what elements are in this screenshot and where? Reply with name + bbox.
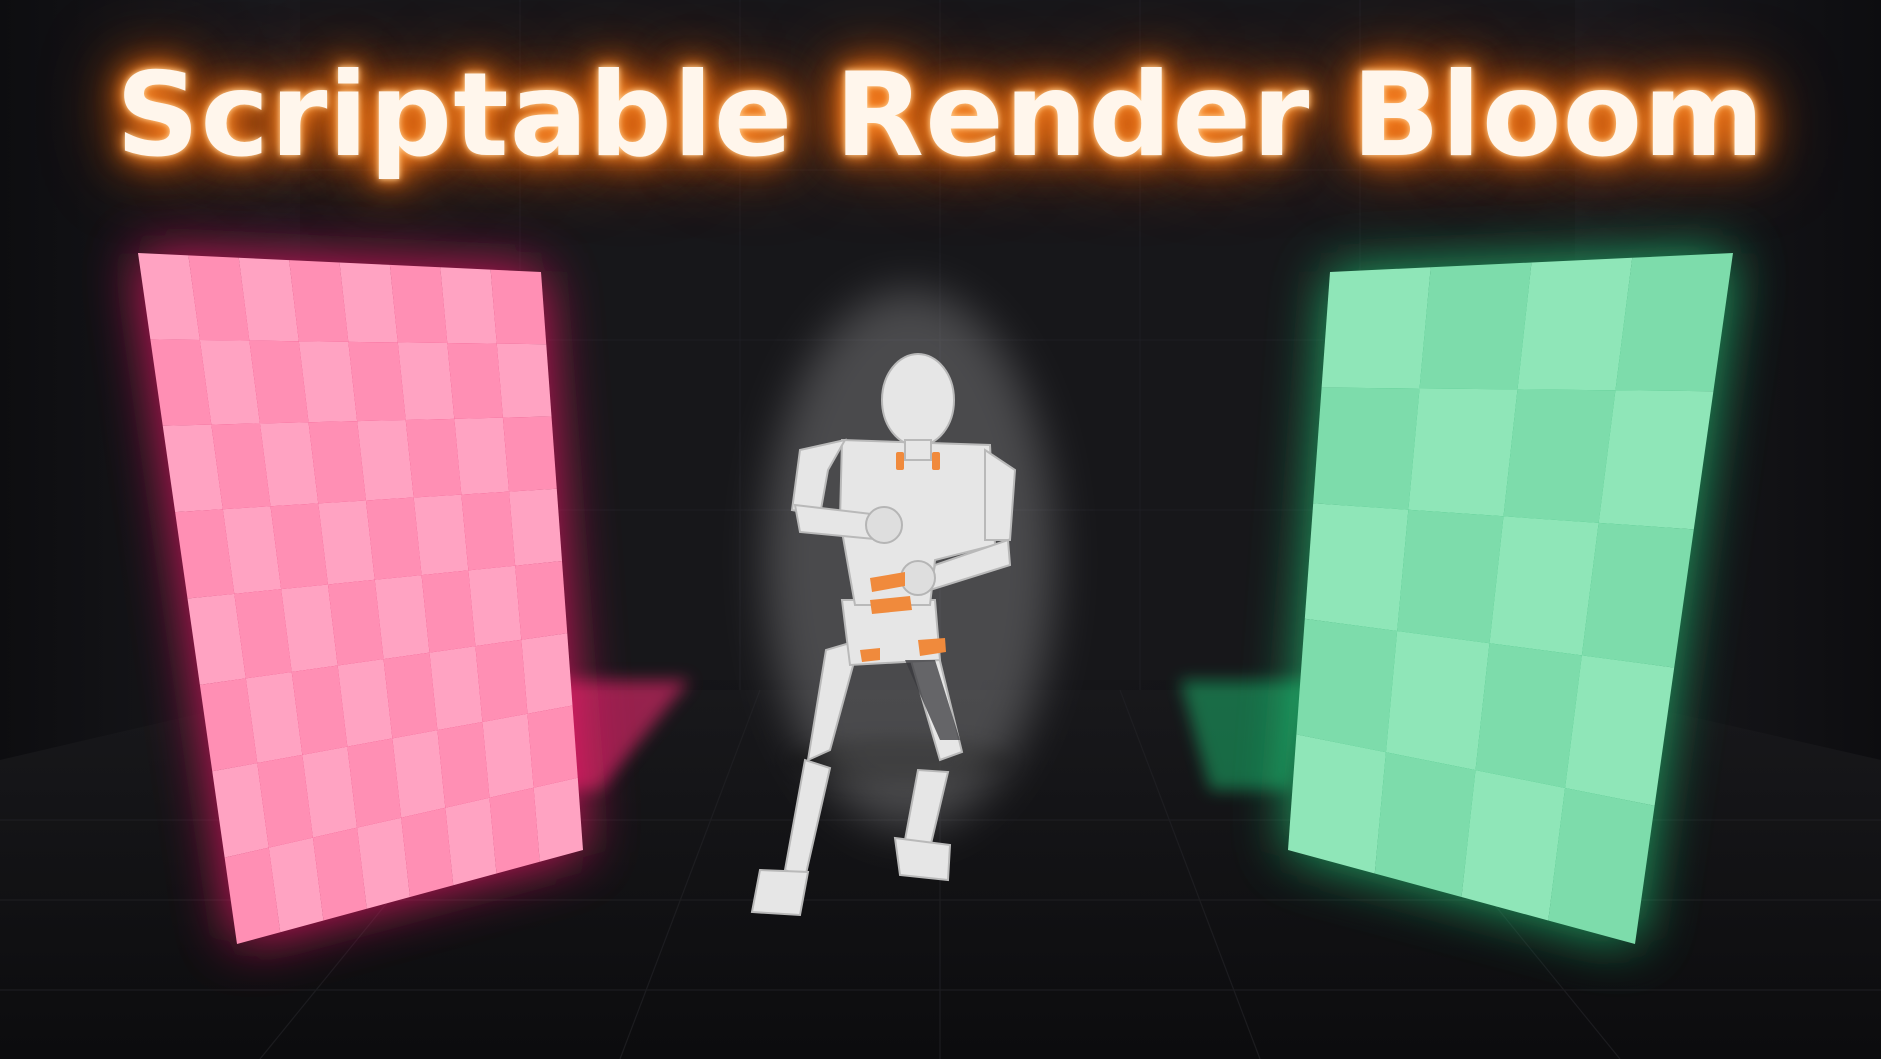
pink-panel-tile <box>490 269 547 345</box>
pink-panel-tile <box>397 342 455 420</box>
pink-panel-tile <box>502 416 557 492</box>
pink-panel-tile <box>374 575 430 660</box>
green-panel-tile <box>1419 262 1532 390</box>
pink-panel-tile <box>405 418 462 498</box>
pink-panel-tile <box>339 262 398 343</box>
green-panel-tile <box>1296 618 1398 753</box>
green-panel-tile <box>1461 770 1566 921</box>
pink-panel-tile <box>389 264 448 344</box>
pink-panel-tile <box>533 777 583 862</box>
pink-panel-tile <box>337 659 393 747</box>
pink-panel-tile <box>401 807 454 897</box>
green-panel-tile <box>1397 509 1504 644</box>
pink-panel-tile <box>521 633 573 714</box>
green-panel-tile <box>1489 516 1599 656</box>
pink-panel-tile <box>489 787 540 874</box>
pink-panel-tile <box>454 417 510 495</box>
green-panel-tile <box>1503 389 1616 523</box>
green-panel-tile <box>1615 253 1733 392</box>
pink-panel-tile <box>318 500 375 585</box>
green-panel-tile <box>1288 734 1386 874</box>
left-foot <box>750 868 810 917</box>
pink-panel-tile <box>289 260 349 342</box>
pink-panel-tile <box>392 730 446 818</box>
green-panel-tile <box>1304 503 1409 631</box>
pink-panel-tile <box>445 797 497 886</box>
green-panel-tile <box>1408 388 1518 517</box>
green-panel-tile <box>1374 752 1476 897</box>
pink-panel-tile <box>298 341 358 423</box>
neck <box>904 439 932 461</box>
left-hand <box>865 506 903 544</box>
green-panel-tile <box>1581 522 1694 668</box>
green-panel-tile <box>1313 387 1420 510</box>
pink-panel-tile <box>437 721 490 808</box>
pink-panel-tile <box>527 705 578 788</box>
green-panel-tile <box>1598 390 1714 530</box>
pink-panel-tile <box>461 491 516 571</box>
pink-panel-tile <box>447 343 503 419</box>
pink-panel-tile <box>515 561 568 640</box>
pink-panel-tile <box>327 579 384 666</box>
game-viewport: Scriptable Render Bloom <box>0 0 1881 1059</box>
pink-panel-tile <box>509 488 562 566</box>
head <box>881 353 955 447</box>
pink-panel-tile <box>440 267 497 344</box>
green-panel-tile <box>1475 643 1582 788</box>
green-panel-tile <box>1517 257 1633 391</box>
pink-panel-tile <box>348 341 406 422</box>
pink-panel-tile <box>383 652 438 739</box>
pink-panel-tile <box>413 494 469 576</box>
title-banner: Scriptable Render Bloom <box>115 48 1766 183</box>
pink-panel-tile <box>357 419 414 501</box>
pink-panel-tile <box>475 639 528 722</box>
pink-panel-tile <box>421 570 476 653</box>
right-foot <box>893 836 952 882</box>
right-hand <box>900 560 936 596</box>
green-panel-tile <box>1321 267 1431 389</box>
pink-panel-tile <box>468 565 522 647</box>
pink-panel-tile <box>308 421 366 504</box>
pink-panel-tile <box>496 343 552 418</box>
pink-panel-tile <box>365 497 422 580</box>
green-panel-tile <box>1385 631 1490 771</box>
pink-panel-tile <box>482 713 534 798</box>
pink-panel-tile <box>429 646 483 731</box>
